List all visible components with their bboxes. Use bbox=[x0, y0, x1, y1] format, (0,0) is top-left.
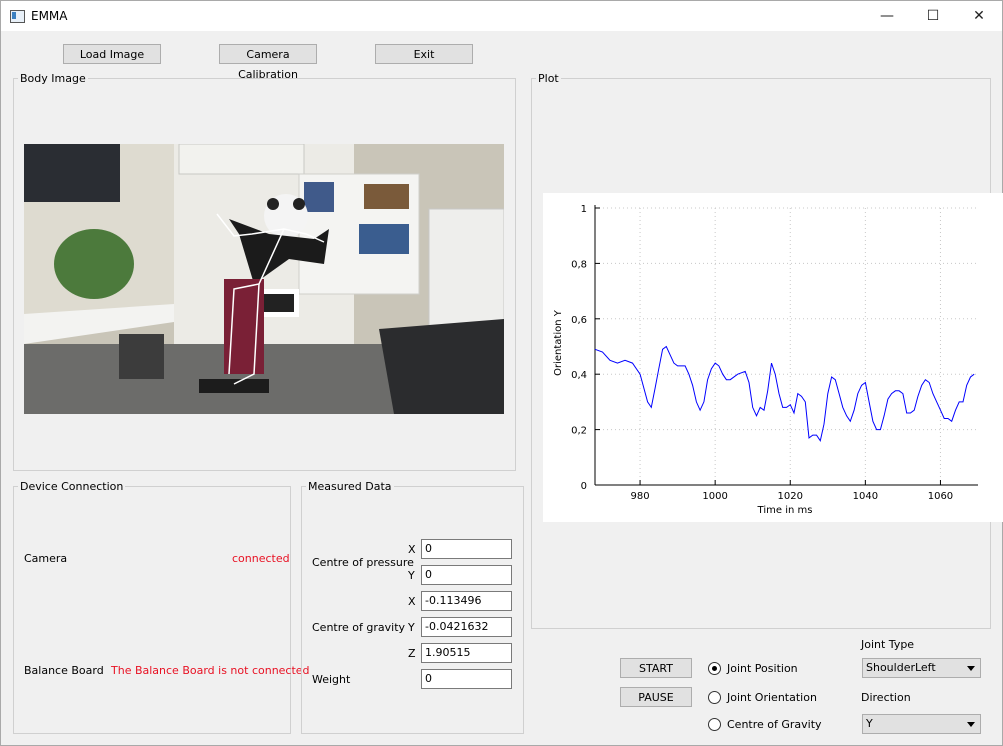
y-axis-label: Orientation Y bbox=[553, 309, 564, 376]
y-tick-label: 0,4 bbox=[571, 370, 587, 381]
direction-select[interactable]: Y bbox=[862, 714, 981, 734]
plot-title: Plot bbox=[536, 72, 561, 85]
chevron-down-icon bbox=[967, 722, 975, 727]
x-axis-label: Time in ms bbox=[757, 505, 813, 516]
device-connection-title: Device Connection bbox=[18, 480, 126, 493]
direction-label: Direction bbox=[861, 691, 911, 704]
chart-svg: 980 1000 1020 1040 1060 0 0,2 0,4 0,6 0,8 1 Orient… bbox=[553, 204, 978, 516]
y-tick-label: 0,6 bbox=[571, 315, 587, 326]
joint-type-value: ShoulderLeft bbox=[866, 661, 936, 674]
cog-label: Centre of gravity bbox=[312, 621, 406, 634]
balance-board-status: The Balance Board is not connected bbox=[111, 664, 310, 677]
cog-y-label: Y bbox=[408, 621, 415, 634]
camera-status: connected bbox=[232, 552, 290, 565]
cop-x-field[interactable]: 0 bbox=[421, 539, 512, 559]
exit-button[interactable]: Exit bbox=[375, 44, 473, 64]
start-button[interactable]: START bbox=[620, 658, 692, 678]
y-tick-label: 1 bbox=[581, 204, 587, 215]
y-tick-label: 0 bbox=[581, 481, 587, 492]
y-tick-label: 0,8 bbox=[571, 259, 587, 270]
joint-orientation-label: Joint Orientation bbox=[727, 691, 817, 704]
joint-type-select[interactable]: ShoulderLeft bbox=[862, 658, 981, 678]
x-tick-label: 980 bbox=[631, 491, 650, 502]
joint-position-radio[interactable] bbox=[708, 662, 721, 675]
device-connection-group bbox=[13, 486, 291, 734]
centre-of-gravity-label: Centre of Gravity bbox=[727, 718, 822, 731]
direction-value: Y bbox=[866, 717, 873, 730]
window-title: EMMA bbox=[31, 9, 68, 23]
cog-z-label: Z bbox=[408, 647, 416, 660]
cop-y-label: Y bbox=[408, 569, 415, 582]
x-tick-label: 1000 bbox=[702, 491, 727, 502]
cog-y-field[interactable]: -0.0421632 bbox=[421, 617, 512, 637]
measured-data-title: Measured Data bbox=[306, 480, 394, 493]
body-image-title: Body Image bbox=[18, 72, 88, 85]
minimize-button[interactable]: — bbox=[864, 1, 910, 31]
x-tick-label: 1020 bbox=[778, 491, 803, 502]
series-line bbox=[594, 345, 975, 442]
cog-z-field[interactable]: 1.90515 bbox=[421, 643, 512, 663]
balance-board-label: Balance Board bbox=[24, 664, 104, 677]
orientation-chart: 980 1000 1020 1040 1060 0 0,2 0,4 0,6 0,8 1 Orient… bbox=[543, 193, 1003, 522]
close-button[interactable]: ✕ bbox=[956, 1, 1002, 31]
app-window: EMMA — ☐ ✕ Load Image Camera Calibration… bbox=[0, 0, 1003, 746]
camera-label: Camera bbox=[24, 552, 68, 565]
cog-x-label: X bbox=[408, 595, 416, 608]
body-image bbox=[24, 144, 504, 414]
joint-position-label: Joint Position bbox=[727, 662, 798, 675]
x-tick-label: 1060 bbox=[928, 491, 953, 502]
joint-type-label: Joint Type bbox=[861, 638, 915, 651]
maximize-button[interactable]: ☐ bbox=[910, 1, 956, 31]
weight-label: Weight bbox=[312, 673, 351, 686]
load-image-button[interactable]: Load Image bbox=[63, 44, 161, 64]
centre-of-gravity-radio[interactable] bbox=[708, 718, 721, 731]
x-tick-label: 1040 bbox=[853, 491, 878, 502]
title-bar: EMMA — ☐ ✕ bbox=[1, 1, 1002, 31]
joint-orientation-radio[interactable] bbox=[708, 691, 721, 704]
cop-label: Centre of pressure bbox=[312, 556, 414, 569]
cop-x-label: X bbox=[408, 543, 416, 556]
app-icon bbox=[10, 10, 25, 23]
y-tick-label: 0,2 bbox=[571, 426, 587, 437]
chevron-down-icon bbox=[967, 666, 975, 671]
weight-field[interactable]: 0 bbox=[421, 669, 512, 689]
cog-x-field[interactable]: -0.113496 bbox=[421, 591, 512, 611]
cop-y-field[interactable]: 0 bbox=[421, 565, 512, 585]
camera-calibration-button[interactable]: Camera Calibration bbox=[219, 44, 317, 81]
pause-button[interactable]: PAUSE bbox=[620, 687, 692, 707]
